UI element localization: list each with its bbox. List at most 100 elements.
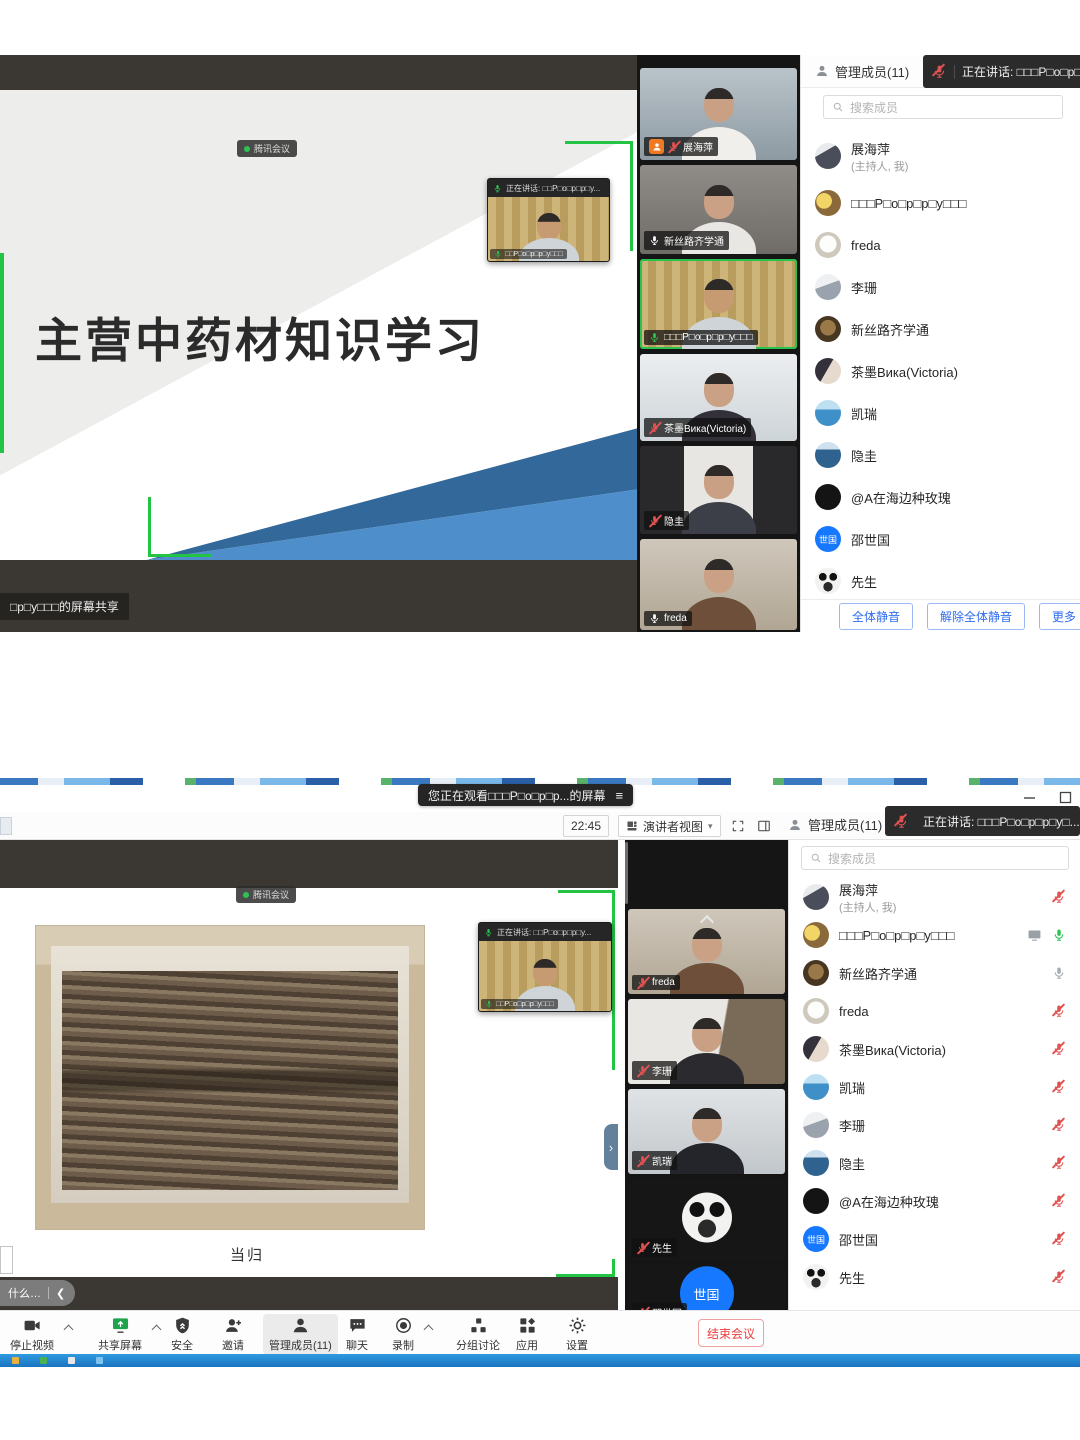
recording-dot-icon [243,892,249,898]
participant-name-tag: 新丝路齐学通 [644,231,729,250]
toolbar-item[interactable]: 聊天 [340,1314,374,1355]
toolbar-item[interactable]: 设置 [560,1314,594,1355]
strip-expand-handle[interactable]: › [604,1124,618,1170]
minimize-button[interactable] [1022,791,1037,804]
mic-status-icon[interactable] [1052,890,1066,904]
caret-up-icon[interactable] [424,1325,434,1335]
video-tile[interactable]: 先生 [628,1179,785,1261]
toolbar-item[interactable]: 管理成员(11) [263,1314,338,1355]
panel-footer-button[interactable]: 全体静音▾ [839,603,913,630]
pip-header: 正在讲话: □□P□o□p□p□y... [479,923,611,941]
view-mode-button[interactable]: 演讲者视图 ▾ [618,815,721,837]
video-tile[interactable]: 展海萍 [640,68,797,160]
member-row[interactable]: □□□P□o□p□p□y□□□ [789,916,1080,954]
mic-status-icon[interactable] [1052,1004,1066,1018]
toolbar-item[interactable]: 应用 [510,1314,544,1355]
member-row[interactable]: 新丝路齐学通 [789,954,1080,992]
member-row[interactable]: 新丝路齐学通 [801,308,1080,350]
taskbar-icon[interactable] [96,1357,103,1364]
chevron-left-icon[interactable]: ❮ [56,1287,65,1300]
menu-icon[interactable]: ≡ [616,788,624,803]
strip-scrollbar[interactable] [625,842,628,904]
avatar [803,1188,829,1214]
member-row[interactable]: 李珊 [789,1106,1080,1144]
toolbar-item[interactable]: 安全 [165,1314,199,1355]
mic-status-icon[interactable] [1052,1042,1066,1056]
panel-footer-button[interactable]: 更多▾ [1039,603,1080,630]
fullscreen-button[interactable] [727,815,749,837]
member-row[interactable]: 李珊 [801,266,1080,308]
taskbar-icon[interactable] [40,1357,47,1364]
caret-up-icon[interactable] [64,1325,74,1335]
meeting-badge[interactable]: 腾讯会议 [237,140,297,157]
taskbar-icon[interactable] [12,1357,19,1364]
video-tile[interactable]: freda [640,539,797,630]
video-tile[interactable]: 凯瑞 [628,1089,785,1174]
mic-on-icon [494,250,502,258]
member-row[interactable]: 先生 [801,560,1080,599]
member-row[interactable]: 展海萍 (主持人, 我) [789,878,1080,916]
side-by-side-button[interactable] [753,815,775,837]
video-tile[interactable]: 茶墨Вика(Victoria) [640,354,797,441]
pip-speaker-name: □□P□o□p□p□y□□□ [496,1001,554,1008]
mic-status-icon[interactable] [1052,1080,1066,1094]
mic-status-icon[interactable] [1052,1270,1066,1284]
member-row[interactable]: freda [789,992,1080,1030]
member-row[interactable]: 隐圭 [801,434,1080,476]
toolbar-item[interactable]: 共享屏幕 [92,1314,148,1355]
member-row[interactable]: 隐圭 [789,1144,1080,1182]
member-row[interactable]: 先生 [789,1258,1080,1296]
end-meeting-button[interactable]: 结束会议 [698,1319,764,1347]
mic-status-icon [637,1065,648,1076]
mic-status-icon[interactable] [1052,1232,1066,1246]
mic-status-icon[interactable] [1052,1156,1066,1170]
taskbar-icon[interactable] [68,1357,75,1364]
member-row[interactable]: 展海萍 (主持人, 我) [801,130,1080,182]
toolbar-item[interactable]: 邀请 [216,1314,250,1355]
member-row[interactable]: 茶墨Вика(Victoria) [789,1030,1080,1068]
video-tile[interactable]: 隐圭 [640,446,797,534]
caret-up-icon[interactable] [152,1325,162,1335]
member-name: 新丝路齐学通 [839,964,1042,983]
meeting-badge[interactable]: 腾讯会议 [236,886,296,903]
member-row[interactable]: @A在海边种玫瑰 [789,1182,1080,1220]
video-tile[interactable]: 新丝路齐学通 [640,165,797,254]
member-row[interactable]: 凯瑞 [801,392,1080,434]
mic-status-icon [637,977,648,988]
video-tile[interactable]: □□□P□o□p□p□y□□□ [640,259,797,349]
member-name: 先生 [851,572,1066,591]
toolbar-item[interactable]: 分组讨论 [450,1314,506,1355]
mic-on-icon [484,928,493,937]
watching-screen-banner[interactable]: 您正在观看□□□P□o□p□p...的屏幕 ≡ [418,784,633,806]
member-row[interactable]: 茶墨Вика(Victoria) [801,350,1080,392]
search-members-input[interactable]: 搜索成员 [823,95,1063,119]
windows-taskbar[interactable] [0,1354,1080,1367]
search-members-input[interactable]: 搜索成员 [801,846,1069,870]
member-row[interactable]: 世国 邵世国 [789,1220,1080,1258]
mic-status-icon[interactable] [1052,966,1066,980]
toolbar-item[interactable]: 停止视频 [4,1314,60,1355]
floating-speaker-video[interactable]: 正在讲话: □□P□o□p□p□y... □□P□o□p□p□y□□□ [478,922,612,1012]
member-row[interactable]: □□□P□o□p□p□y□□□ [801,182,1080,224]
toolbar-item[interactable]: 录制 [386,1314,420,1355]
video-tile[interactable]: 李珊 [628,999,785,1084]
toolbar-label: 共享屏幕 [98,1337,142,1353]
screen-share-icon [1027,928,1042,943]
member-row[interactable]: 凯瑞 [789,1068,1080,1106]
mic-status-icon[interactable] [1052,1118,1066,1132]
member-row[interactable]: @A在海边种玫瑰 [801,476,1080,518]
screen-share-label: □p□y□□□的屏幕共享 [0,593,129,620]
member-row[interactable]: freda [801,224,1080,266]
minimized-window-pill[interactable]: 什么… ❮ [0,1280,75,1306]
panel-footer-button[interactable]: 解除全体静音▾ [927,603,1025,630]
search-icon [832,101,844,113]
member-row[interactable]: 世国 邵世国 [801,518,1080,560]
mic-status-icon[interactable] [1052,928,1066,942]
minimized-window-label: 什么… [8,1285,41,1301]
video-tile[interactable]: freda [628,909,785,994]
mic-status-icon[interactable] [1052,1194,1066,1208]
maximize-button[interactable] [1058,791,1073,804]
mic-muted-icon [932,64,947,79]
avatar [803,1074,829,1100]
toolbar-label: 安全 [171,1337,193,1353]
